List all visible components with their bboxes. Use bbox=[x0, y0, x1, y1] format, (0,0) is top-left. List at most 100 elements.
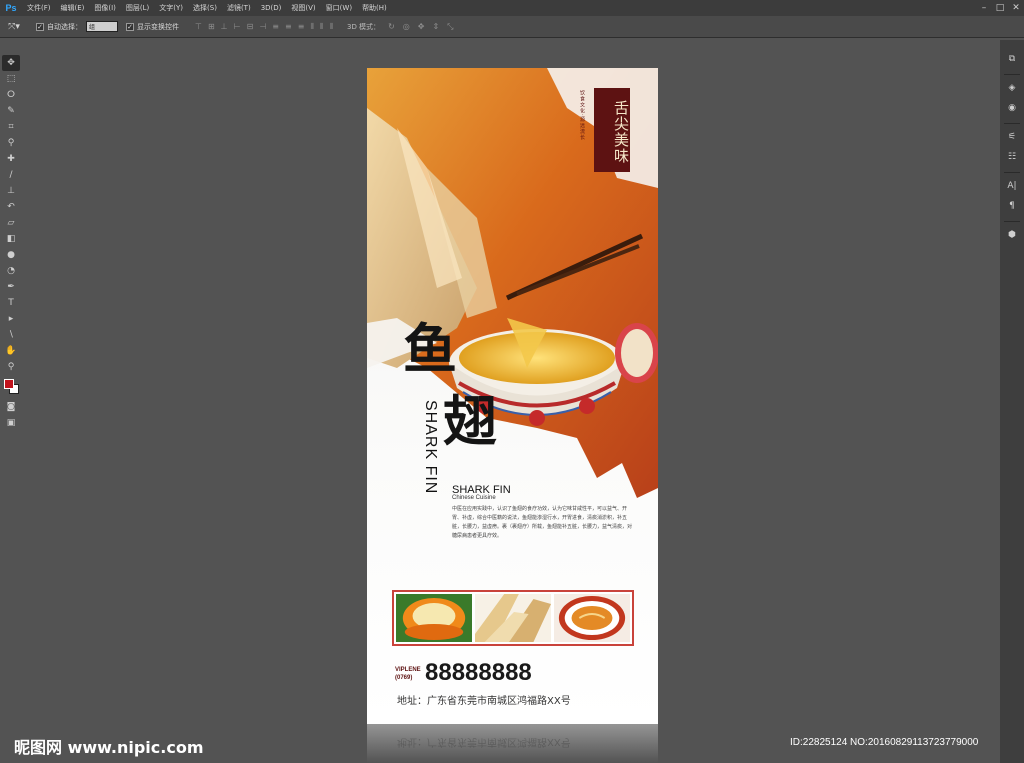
3d-mode-label: 3D 模式： bbox=[346, 22, 381, 31]
menu-item-2[interactable]: 图像(I) bbox=[89, 0, 121, 16]
english-subtitle: Chinese Cuisine bbox=[452, 495, 496, 501]
document-canvas[interactable]: 饮食文化·源远流长 舌尖美味 鱼 翅 SHARK FIN SHARK FIN C… bbox=[367, 68, 658, 724]
align-right-icon[interactable]: ⊣ bbox=[259, 22, 266, 32]
title-char-yu: 鱼 bbox=[403, 317, 457, 381]
vertical-english-title: SHARK FIN bbox=[422, 400, 439, 495]
auto-select-dropdown[interactable]: 组 bbox=[86, 21, 118, 32]
quick-select-tool-icon[interactable]: ✎ bbox=[2, 103, 20, 119]
thumbnail-soup-bowl bbox=[554, 594, 630, 642]
marquee-tool-icon[interactable]: ⬚ bbox=[2, 71, 20, 87]
seal-stamp: 舌尖美味 bbox=[594, 88, 630, 172]
properties-panel-icon[interactable]: ☷ bbox=[1003, 148, 1021, 166]
watermark-id: ID:22825124 NO:20160829113723779000 bbox=[790, 737, 979, 748]
menu-item-6[interactable]: 滤镜(T) bbox=[222, 0, 256, 16]
brush-tool-icon[interactable]: ∕ bbox=[2, 167, 20, 183]
tools-panel: ✥ ⬚ ⵔ ✎ ⌗ ⚲ ✚ ∕ ⊥ ↶ ▱ ◧ ● ◔ ✒ T ▸ ∖ ✋ ⚲ … bbox=[0, 55, 22, 445]
auto-select-option[interactable]: ✓ 自动选择： bbox=[36, 22, 82, 32]
3d-mode-buttons: ↻ ◎ ✥ ⇕ ⤡ bbox=[388, 22, 454, 32]
phone-label: VIPLENE (0769) bbox=[395, 666, 421, 682]
divider bbox=[1004, 123, 1020, 124]
divider bbox=[1004, 74, 1020, 75]
paragraph-panel-icon[interactable]: ¶ bbox=[1003, 197, 1021, 215]
phone-number: 88888888 bbox=[425, 659, 532, 686]
thumbnail-dried-fins bbox=[475, 594, 551, 642]
3d-scale-icon[interactable]: ⤡ bbox=[447, 22, 453, 32]
3d-pan-icon[interactable]: ✥ bbox=[418, 22, 425, 32]
hand-tool-icon[interactable]: ✋ bbox=[2, 343, 20, 359]
adjustments-panel-icon[interactable]: ⚟ bbox=[1003, 128, 1021, 146]
move-tool-icon[interactable]: ⤧▾ bbox=[0, 22, 28, 32]
distribute-left-icon[interactable]: ⦀ bbox=[310, 22, 314, 32]
color-swatches[interactable] bbox=[1, 377, 21, 399]
3d-rotate-icon[interactable]: ↻ bbox=[388, 22, 395, 32]
reflected-address: 地址：广东省东莞市南城区鸿福路XX号 bbox=[397, 736, 571, 747]
history-panel-icon[interactable]: ⧉ bbox=[1003, 50, 1021, 68]
layers-panel-icon[interactable]: ◈ bbox=[1003, 79, 1021, 97]
phone-area-code: (0769) bbox=[395, 675, 413, 681]
move-tool-icon[interactable]: ✥ bbox=[2, 55, 20, 71]
shape-tool-icon[interactable]: ∖ bbox=[2, 327, 20, 343]
thumbnail-papaya-dish bbox=[396, 594, 472, 642]
dodge-tool-icon[interactable]: ◔ bbox=[2, 263, 20, 279]
healing-brush-tool-icon[interactable]: ✚ bbox=[2, 151, 20, 167]
photoshop-logo[interactable]: Ps bbox=[0, 0, 22, 16]
menu-item-4[interactable]: 文字(Y) bbox=[154, 0, 188, 16]
watermark-site: 昵图网 www.nipic.com bbox=[14, 738, 204, 757]
align-hcenter-icon[interactable]: ⊟ bbox=[247, 22, 254, 32]
distribute-right-icon[interactable]: ⦀ bbox=[329, 22, 333, 32]
menu-item-5[interactable]: 选择(S) bbox=[188, 0, 222, 16]
window-controls: – □ ✕ bbox=[976, 3, 1024, 13]
menu-item-0[interactable]: 文件(F) bbox=[22, 0, 56, 16]
menu-item-1[interactable]: 编辑(E) bbox=[56, 0, 90, 16]
gradient-tool-icon[interactable]: ◧ bbox=[2, 231, 20, 247]
menu-item-7[interactable]: 3D(D) bbox=[256, 0, 287, 16]
divider bbox=[1004, 172, 1020, 173]
align-buttons: ⊤ ⊞ ⊥ ⊢ ⊟ ⊣ ≡ ≡ ≡ ⦀ ⦀ ⦀ bbox=[195, 22, 333, 32]
menu-item-9[interactable]: 窗口(W) bbox=[321, 0, 357, 16]
character-panel-icon[interactable]: A| bbox=[1003, 177, 1021, 195]
menu-item-10[interactable]: 帮助(H) bbox=[357, 0, 392, 16]
distribute-bottom-icon[interactable]: ≡ bbox=[298, 22, 305, 32]
description-text: 中医在应用实践中，认识了鱼翅的食疗功效，认为它味甘咸性平，可以益气、开胃、补虚，… bbox=[452, 506, 633, 539]
distribute-top-icon[interactable]: ≡ bbox=[272, 22, 279, 32]
eyedropper-tool-icon[interactable]: ⚲ bbox=[2, 135, 20, 151]
show-transform-option[interactable]: ✓ 显示变换控件 bbox=[126, 22, 179, 32]
3d-roll-icon[interactable]: ◎ bbox=[403, 22, 410, 32]
menu-bar: Ps 文件(F) 编辑(E) 图像(I) 图层(L) 文字(Y) 选择(S) 滤镜(T) 3D… bbox=[0, 0, 1024, 16]
clone-stamp-tool-icon[interactable]: ⊥ bbox=[2, 183, 20, 199]
history-brush-tool-icon[interactable]: ↶ bbox=[2, 199, 20, 215]
type-tool-icon[interactable]: T bbox=[2, 295, 20, 311]
menu-item-8[interactable]: 视图(V) bbox=[286, 0, 320, 16]
seal-subtext: 饮食文化·源远流长 bbox=[579, 90, 585, 141]
menu-item-3[interactable]: 图层(L) bbox=[121, 0, 154, 16]
align-vcenter-icon[interactable]: ⊞ bbox=[208, 22, 215, 32]
close-button[interactable]: ✕ bbox=[1008, 3, 1024, 13]
path-select-tool-icon[interactable]: ▸ bbox=[2, 311, 20, 327]
eraser-tool-icon[interactable]: ▱ bbox=[2, 215, 20, 231]
address-text: 地址：广东省东莞市南城区鸿福路XX号 bbox=[397, 696, 571, 707]
options-bar: ⤧▾ ✓ 自动选择： 组 ✓ 显示变换控件 ⊤ ⊞ ⊥ ⊢ ⊟ ⊣ ≡ ≡ ≡ … bbox=[0, 16, 1024, 38]
blur-tool-icon[interactable]: ● bbox=[2, 247, 20, 263]
crop-tool-icon[interactable]: ⌗ bbox=[2, 119, 20, 135]
maximize-button[interactable]: □ bbox=[992, 3, 1008, 13]
align-left-icon[interactable]: ⊢ bbox=[234, 22, 241, 32]
quick-mask-icon[interactable]: ◙ bbox=[2, 399, 20, 415]
align-bottom-icon[interactable]: ⊥ bbox=[221, 22, 228, 32]
zoom-tool-icon[interactable]: ⚲ bbox=[2, 359, 20, 375]
right-panel-dock: ⧉ ◈ ◉ ⚟ ☷ A| ¶ ⬢ bbox=[1000, 40, 1024, 763]
lasso-tool-icon[interactable]: ⵔ bbox=[2, 87, 20, 103]
distribute-hcenter-icon[interactable]: ⦀ bbox=[320, 22, 324, 32]
minimize-button[interactable]: – bbox=[976, 3, 992, 13]
show-transform-checkbox[interactable]: ✓ bbox=[126, 22, 134, 31]
auto-select-label: 自动选择： bbox=[47, 22, 82, 31]
align-top-icon[interactable]: ⊤ bbox=[195, 22, 202, 32]
pen-tool-icon[interactable]: ✒ bbox=[2, 279, 20, 295]
channels-panel-icon[interactable]: ◉ bbox=[1003, 99, 1021, 117]
auto-select-checkbox[interactable]: ✓ bbox=[36, 22, 44, 31]
3d-slide-icon[interactable]: ⇕ bbox=[432, 22, 439, 32]
divider bbox=[1004, 221, 1020, 222]
foreground-color-swatch[interactable] bbox=[4, 379, 14, 389]
screen-mode-icon[interactable]: ▣ bbox=[2, 415, 20, 431]
distribute-vcenter-icon[interactable]: ≡ bbox=[285, 22, 292, 32]
3d-panel-icon[interactable]: ⬢ bbox=[1003, 226, 1021, 244]
